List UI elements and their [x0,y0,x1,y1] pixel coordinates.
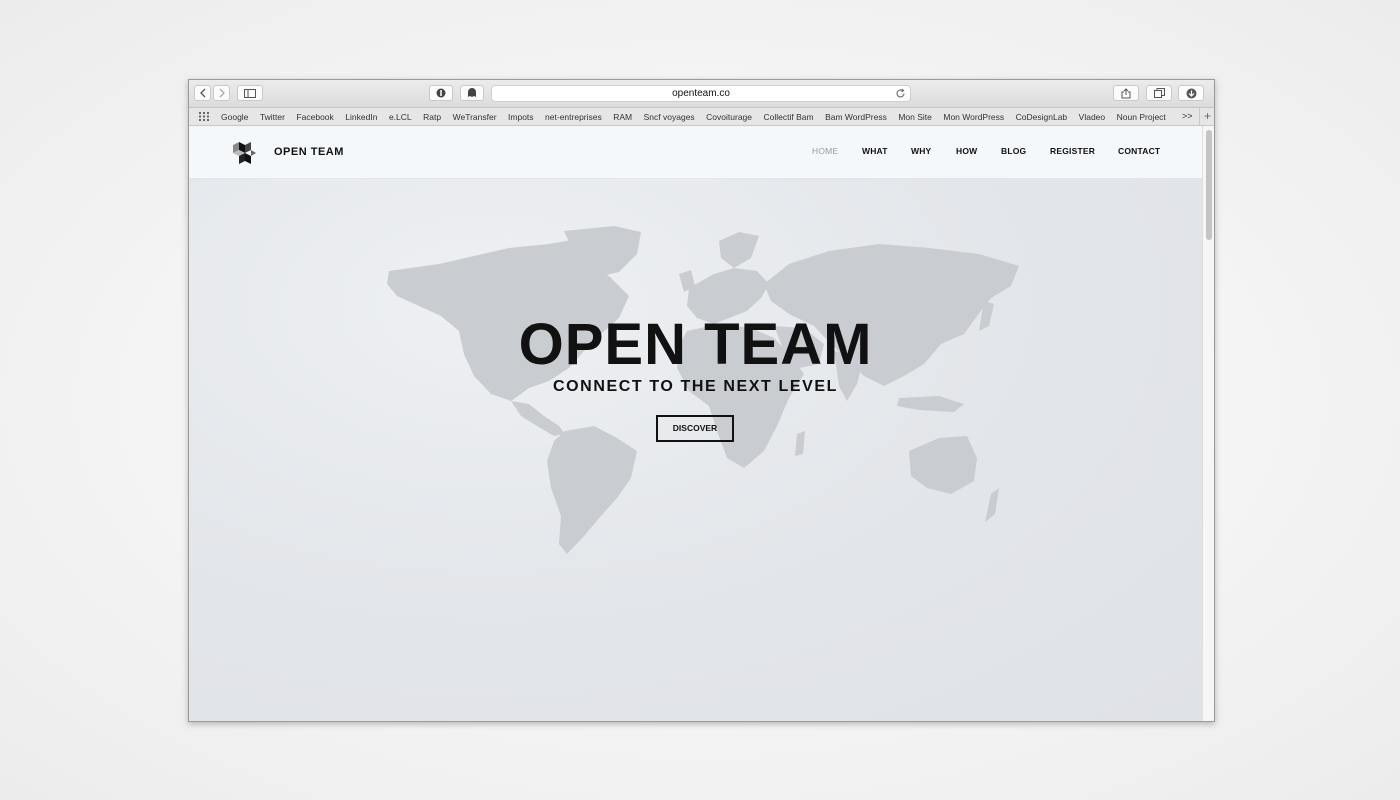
forward-button[interactable] [213,85,230,101]
scrollbar-thumb[interactable] [1206,130,1212,240]
bookmark-vladeo[interactable]: Vladeo [1079,112,1105,122]
url-text: openteam.co [672,88,730,99]
bookmark-codesignlab[interactable]: CoDesignLab [1016,112,1068,122]
bookmark-wetransfer[interactable]: WeTransfer [453,112,497,122]
bookmark-noun-project[interactable]: Noun Project [1117,112,1166,122]
bookmarks-bar: Google Twitter Facebook LinkedIn e.LCL R… [189,108,1214,126]
brand-name[interactable]: OPEN TEAM [274,146,344,158]
bookmark-bam-wordpress[interactable]: Bam WordPress [825,112,887,122]
bookmark-ram[interactable]: RAM [613,112,632,122]
ghost-icon [468,88,476,97]
bookmark-net-entreprises[interactable]: net-entreprises [545,112,602,122]
address-bar[interactable]: openteam.co [491,85,911,102]
bookmark-google[interactable]: Google [221,112,248,122]
share-icon [1121,87,1131,98]
tabs-icon [1153,88,1165,98]
bookmarks-more-button[interactable]: >> [1182,111,1193,121]
reload-icon[interactable] [895,88,906,99]
nav-contact[interactable]: CONTACT [1118,146,1160,156]
nav-what[interactable]: WHAT [862,146,888,156]
bookmark-ratp[interactable]: Ratp [423,112,441,122]
bookmark-collectif-bam[interactable]: Collectif Bam [764,112,814,122]
bookmark-list: Google Twitter Facebook LinkedIn e.LCL R… [221,108,1177,125]
discover-button[interactable]: DISCOVER [656,415,734,442]
chevron-right-icon [219,88,225,98]
extension-button[interactable] [429,85,453,101]
sidebar-button[interactable] [237,85,263,101]
bookmark-impots[interactable]: Impots [508,112,534,122]
bookmark-twitter[interactable]: Twitter [260,112,285,122]
bookmark-elcl[interactable]: e.LCL [389,112,412,122]
hero-subtitle: CONNECT TO THE NEXT LEVEL [552,378,839,395]
nav-blog[interactable]: BLOG [1001,146,1026,156]
new-tab-button[interactable]: + [1199,108,1214,125]
tabs-button[interactable] [1146,85,1172,101]
chevron-left-icon [199,88,205,98]
page-scrollbar[interactable] [1202,126,1214,721]
browser-window: openteam.co Google Twitter Facebook Link… [188,79,1215,722]
bookmark-mon-site[interactable]: Mon Site [898,112,932,122]
downloads-button[interactable] [1178,85,1204,101]
hero-title: OPEN TEAM [518,312,873,377]
ghost-extension-button[interactable] [460,85,484,101]
shield-icon [436,88,446,98]
world-map-image [387,226,1019,554]
sidebar-icon [244,88,256,98]
bookmark-sncf-voyages[interactable]: Sncf voyages [644,112,695,122]
nav-home[interactable]: HOME [812,146,838,156]
grid-icon[interactable] [199,112,210,121]
back-button[interactable] [194,85,211,101]
download-icon [1186,88,1196,98]
browser-toolbar: openteam.co [189,80,1214,108]
nav-how[interactable]: HOW [956,146,977,156]
site-header: OPEN TEAM HOME WHAT WHY HOW BLOG REGISTE… [189,126,1202,179]
bookmark-facebook[interactable]: Facebook [296,112,333,122]
open-team-logo[interactable] [231,140,257,166]
page-viewport: OPEN TEAM HOME WHAT WHY HOW BLOG REGISTE… [189,126,1202,721]
share-button[interactable] [1113,85,1139,101]
bookmark-linkedin[interactable]: LinkedIn [345,112,377,122]
nav-register[interactable]: REGISTER [1050,146,1095,156]
nav-why[interactable]: WHY [911,146,931,156]
bookmark-covoiturage[interactable]: Covoiturage [706,112,752,122]
bookmark-mon-wordpress[interactable]: Mon WordPress [943,112,1004,122]
